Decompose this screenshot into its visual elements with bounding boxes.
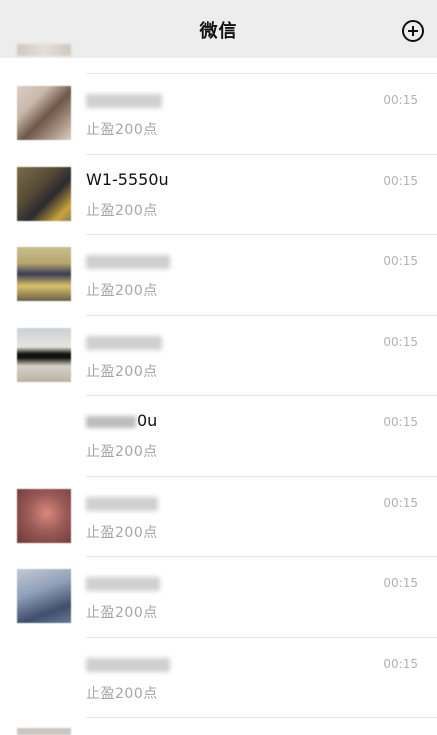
divider (86, 717, 437, 718)
chat-time: 00:15 (383, 576, 418, 590)
avatar (17, 488, 71, 543)
chat-time: 00:15 (383, 173, 418, 188)
chat-preview: 止盈200点 (86, 444, 158, 460)
chat-name-visible: 0u (137, 411, 158, 430)
chat-preview: 止盈200点 (86, 363, 158, 380)
chat-row[interactable]: 00:15 止盈200点 (0, 557, 437, 638)
chat-preview: 止盈200点 (86, 605, 158, 621)
chat-time: 00:15 (383, 495, 418, 510)
plus-circle-icon[interactable] (402, 20, 424, 42)
chat-preview: 止盈200点 (86, 283, 158, 299)
chat-time: 00:15 (383, 93, 418, 107)
chat-name (86, 496, 158, 511)
chat-preview: 止盈200点 (86, 122, 158, 138)
chat-name (86, 577, 160, 591)
chat-list: 00:15 止盈200点 W1-5550u 00:15 止盈200点 00:15… (0, 74, 437, 718)
avatar (17, 86, 71, 140)
chat-row[interactable]: 00:15 止盈200点 (0, 235, 437, 316)
chat-name: 0u (86, 411, 157, 430)
chat-row[interactable]: 00:15 止盈200点 (0, 638, 437, 718)
chat-row[interactable]: 00:15 止盈200点 (0, 316, 437, 396)
page-title: 微信 (199, 21, 238, 42)
chat-time: 00:15 (383, 415, 418, 429)
chat-name: W1-5550u (86, 169, 169, 189)
chat-preview: 止盈200点 (86, 524, 158, 541)
chat-name (86, 255, 170, 269)
chat-preview: 止盈200点 (86, 685, 158, 702)
chat-row[interactable]: 00:15 止盈200点 (0, 74, 437, 155)
chat-preview: 止盈200点 (86, 202, 158, 219)
chat-name (86, 335, 162, 350)
chat-row[interactable]: 0u 00:15 止盈200点 (0, 396, 437, 477)
chat-name (86, 657, 170, 672)
name-mask (86, 415, 136, 428)
chat-row[interactable]: 00:15 止盈200点 (0, 477, 437, 557)
avatar (17, 44, 71, 56)
avatar (17, 728, 71, 735)
chat-time: 00:15 (383, 254, 418, 268)
chat-name (86, 94, 162, 108)
chat-time: 00:15 (383, 334, 418, 349)
avatar (17, 166, 71, 221)
avatar (17, 327, 71, 382)
avatar (17, 247, 71, 301)
chat-row[interactable]: W1-5550u 00:15 止盈200点 (0, 155, 437, 235)
chat-time: 00:15 (383, 656, 418, 671)
avatar (17, 569, 71, 623)
